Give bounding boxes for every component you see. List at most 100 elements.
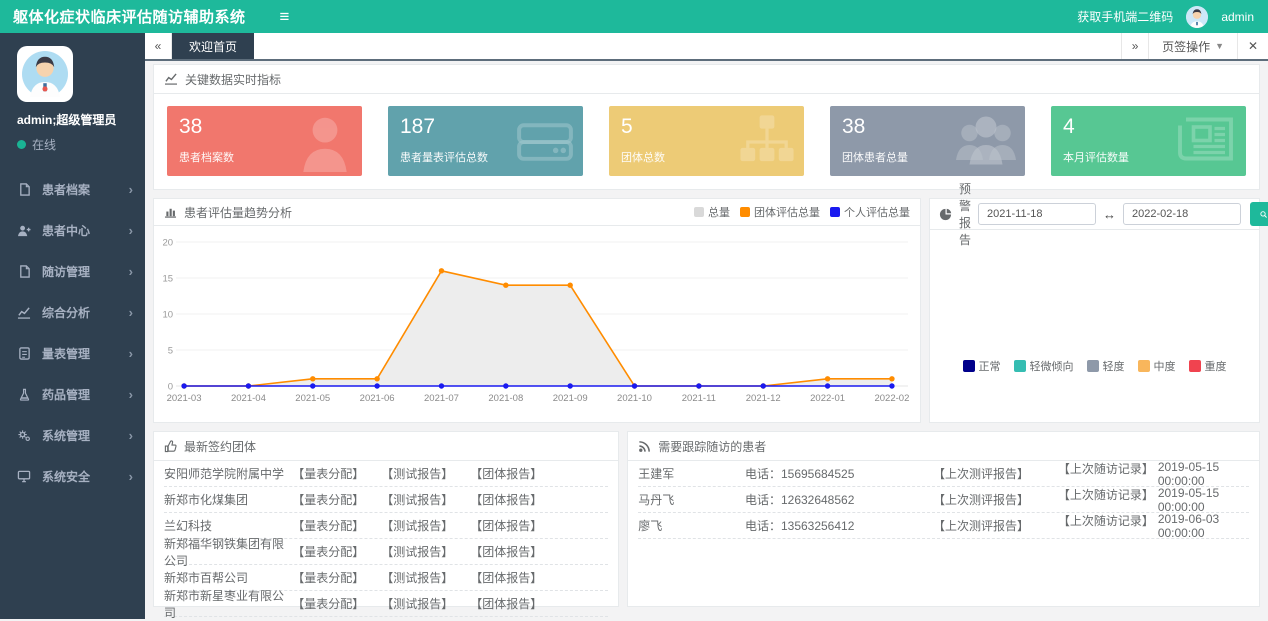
- scale-assign-link[interactable]: 【量表分配】: [292, 569, 364, 586]
- legend-label: 轻微倾向: [1030, 358, 1074, 374]
- sidebar: admin;超级管理员 在线 患者档案 › 患者中心 › 随访管理 › 综合分析…: [0, 33, 145, 619]
- panel-title: 需要跟踪随访的患者: [658, 438, 766, 455]
- sidebar-item-system[interactable]: 系统管理 ›: [0, 415, 145, 456]
- last-followup-record-link[interactable]: 【上次随访记录】: [1058, 486, 1154, 514]
- sidebar-item-label: 药品管理: [42, 386, 118, 403]
- patients-list: 王建军 电话：15695684525 【上次测评报告】 【上次随访记录】2019…: [628, 461, 1259, 539]
- legend-label: 重度: [1205, 358, 1227, 374]
- thumbs-up-icon: [164, 440, 177, 453]
- last-followup-record-link[interactable]: 【上次随访记录】: [1058, 512, 1154, 540]
- scale-assign-link[interactable]: 【量表分配】: [292, 465, 364, 482]
- svg-text:20: 20: [162, 238, 173, 249]
- sidebar-item-followup[interactable]: 随访管理 ›: [0, 251, 145, 292]
- get-qr-code-link[interactable]: 获取手机端二维码: [1077, 8, 1173, 25]
- main-content: 关键数据实时指标 38 患者档案数 187 患者量表评估总数 5 团体总数: [145, 61, 1268, 619]
- tabs-scroll-left-button[interactable]: «: [145, 33, 172, 59]
- last-assessment-report-link[interactable]: 【上次测评报告】: [933, 467, 1029, 481]
- user-icon: [294, 110, 356, 172]
- date-from-input[interactable]: [978, 203, 1096, 225]
- svg-text:2021-08: 2021-08: [488, 393, 523, 404]
- phone-label: 电话：: [745, 493, 781, 507]
- file-icon: [17, 265, 31, 278]
- group-report-link[interactable]: 【团体报告】: [470, 491, 542, 508]
- tabs-scroll-right-button[interactable]: »: [1121, 33, 1148, 59]
- bar-chart-icon: [164, 206, 177, 218]
- last-assessment-report-link[interactable]: 【上次测评报告】: [933, 493, 1029, 507]
- last-followup-record-link[interactable]: 【上次随访记录】: [1058, 460, 1154, 488]
- legend-label: 个人评估总量: [844, 204, 910, 220]
- test-report-link[interactable]: 【测试报告】: [381, 465, 453, 482]
- test-report-link[interactable]: 【测试报告】: [381, 543, 453, 560]
- group-name: 新郑市新星枣业有限公司: [164, 587, 292, 621]
- legend-swatch-personal: [830, 207, 840, 217]
- sidebar-item-label: 综合分析: [42, 304, 118, 321]
- document-icon: [17, 347, 31, 360]
- test-report-link[interactable]: 【测试报告】: [381, 491, 453, 508]
- caret-down-icon: ▼: [1215, 41, 1224, 51]
- pie-chart-icon: [939, 208, 952, 221]
- group-name: 兰幻科技: [164, 517, 292, 534]
- panel-title: 关键数据实时指标: [185, 71, 281, 88]
- sidebar-item-analysis[interactable]: 综合分析 ›: [0, 292, 145, 333]
- patient-phone: 电话：12632648562: [745, 491, 933, 508]
- svg-text:5: 5: [168, 346, 173, 357]
- scale-assign-link[interactable]: 【量表分配】: [292, 543, 364, 560]
- chevron-right-icon: ›: [129, 264, 133, 279]
- last-assessment-report-link[interactable]: 【上次测评报告】: [933, 519, 1029, 533]
- date-to-input[interactable]: [1123, 203, 1241, 225]
- username-label[interactable]: admin: [1221, 10, 1254, 24]
- stat-card-scale-assessments: 187 患者量表评估总数: [388, 106, 583, 176]
- legend-label: 中度: [1154, 358, 1176, 374]
- sidebar-menu: 患者档案 › 患者中心 › 随访管理 › 综合分析 › 量表管理 › 药品管理 …: [0, 169, 145, 497]
- analyze-button[interactable]: 分析: [1250, 202, 1268, 226]
- doctor-avatar-icon: [1186, 6, 1208, 28]
- patient-name: 廖飞: [638, 517, 745, 534]
- tab-welcome-home[interactable]: 欢迎首页: [172, 33, 254, 59]
- legend-label: 总量: [708, 204, 730, 220]
- group-row: 新郑市新星枣业有限公司 【量表分配】【测试报告】【团体报告】: [164, 591, 608, 617]
- sidebar-item-patient-center[interactable]: 患者中心 ›: [0, 210, 145, 251]
- top-navbar: 躯体化症状临床评估随访辅助系统 ≡ 获取手机端二维码 admin: [0, 0, 1268, 33]
- sidebar-item-scales[interactable]: 量表管理 ›: [0, 333, 145, 374]
- sidebar-item-patient-files[interactable]: 患者档案 ›: [0, 169, 145, 210]
- phone-number: 12632648562: [781, 493, 854, 507]
- test-report-link[interactable]: 【测试报告】: [381, 595, 453, 612]
- sidebar-item-security[interactable]: 系统安全 ›: [0, 456, 145, 497]
- scale-assign-link[interactable]: 【量表分配】: [292, 517, 364, 534]
- svg-text:2021-05: 2021-05: [295, 393, 330, 404]
- legend-label: 团体评估总量: [754, 204, 820, 220]
- group-row: 安阳师范学院附属中学 【量表分配】【测试报告】【团体报告】: [164, 461, 608, 487]
- group-report-link[interactable]: 【团体报告】: [470, 465, 542, 482]
- last-followup-date: 2019-06-03 00:00:00: [1158, 512, 1249, 540]
- user-avatar[interactable]: [1186, 6, 1208, 28]
- legend-swatch-total: [694, 207, 704, 217]
- chevron-right-icon: ›: [129, 387, 133, 402]
- profile-avatar[interactable]: [17, 46, 73, 102]
- last-followup-date: 2019-05-15 00:00:00: [1158, 460, 1249, 488]
- close-tab-button[interactable]: ✕: [1237, 33, 1268, 59]
- group-name: 新郑福华钢铁集团有限公司: [164, 535, 292, 569]
- chevron-right-icon: ›: [129, 469, 133, 484]
- test-report-link[interactable]: 【测试报告】: [381, 517, 453, 534]
- groups-list: 安阳师范学院附属中学 【量表分配】【测试报告】【团体报告】 新郑市化煤集团 【量…: [154, 461, 618, 617]
- group-row: 新郑福华钢铁集团有限公司 【量表分配】【测试报告】【团体报告】: [164, 539, 608, 565]
- group-report-link[interactable]: 【团体报告】: [470, 569, 542, 586]
- sidebar-item-medicine[interactable]: 药品管理 ›: [0, 374, 145, 415]
- chevron-right-icon: ›: [129, 305, 133, 320]
- group-report-link[interactable]: 【团体报告】: [470, 517, 542, 534]
- group-report-link[interactable]: 【团体报告】: [470, 595, 542, 612]
- group-name: 安阳师范学院附属中学: [164, 465, 292, 482]
- scale-assign-link[interactable]: 【量表分配】: [292, 491, 364, 508]
- hamburger-menu-icon[interactable]: ≡: [280, 8, 290, 25]
- group-name: 新郑市化煤集团: [164, 491, 292, 508]
- user-plus-icon: [17, 224, 31, 237]
- tab-operations-dropdown[interactable]: 页签操作 ▼: [1148, 33, 1237, 59]
- phone-number: 13563256412: [781, 519, 854, 533]
- test-report-link[interactable]: 【测试报告】: [381, 569, 453, 586]
- group-report-link[interactable]: 【团体报告】: [470, 543, 542, 560]
- scale-assign-link[interactable]: 【量表分配】: [292, 595, 364, 612]
- trend-chart[interactable]: 051015202021-032021-042021-052021-062021…: [154, 226, 920, 422]
- patient-row: 廖飞 电话：13563256412 【上次测评报告】 【上次随访记录】2019-…: [638, 513, 1249, 539]
- legend-swatch-slight-tendency: [1014, 360, 1026, 372]
- rss-icon: [638, 440, 651, 453]
